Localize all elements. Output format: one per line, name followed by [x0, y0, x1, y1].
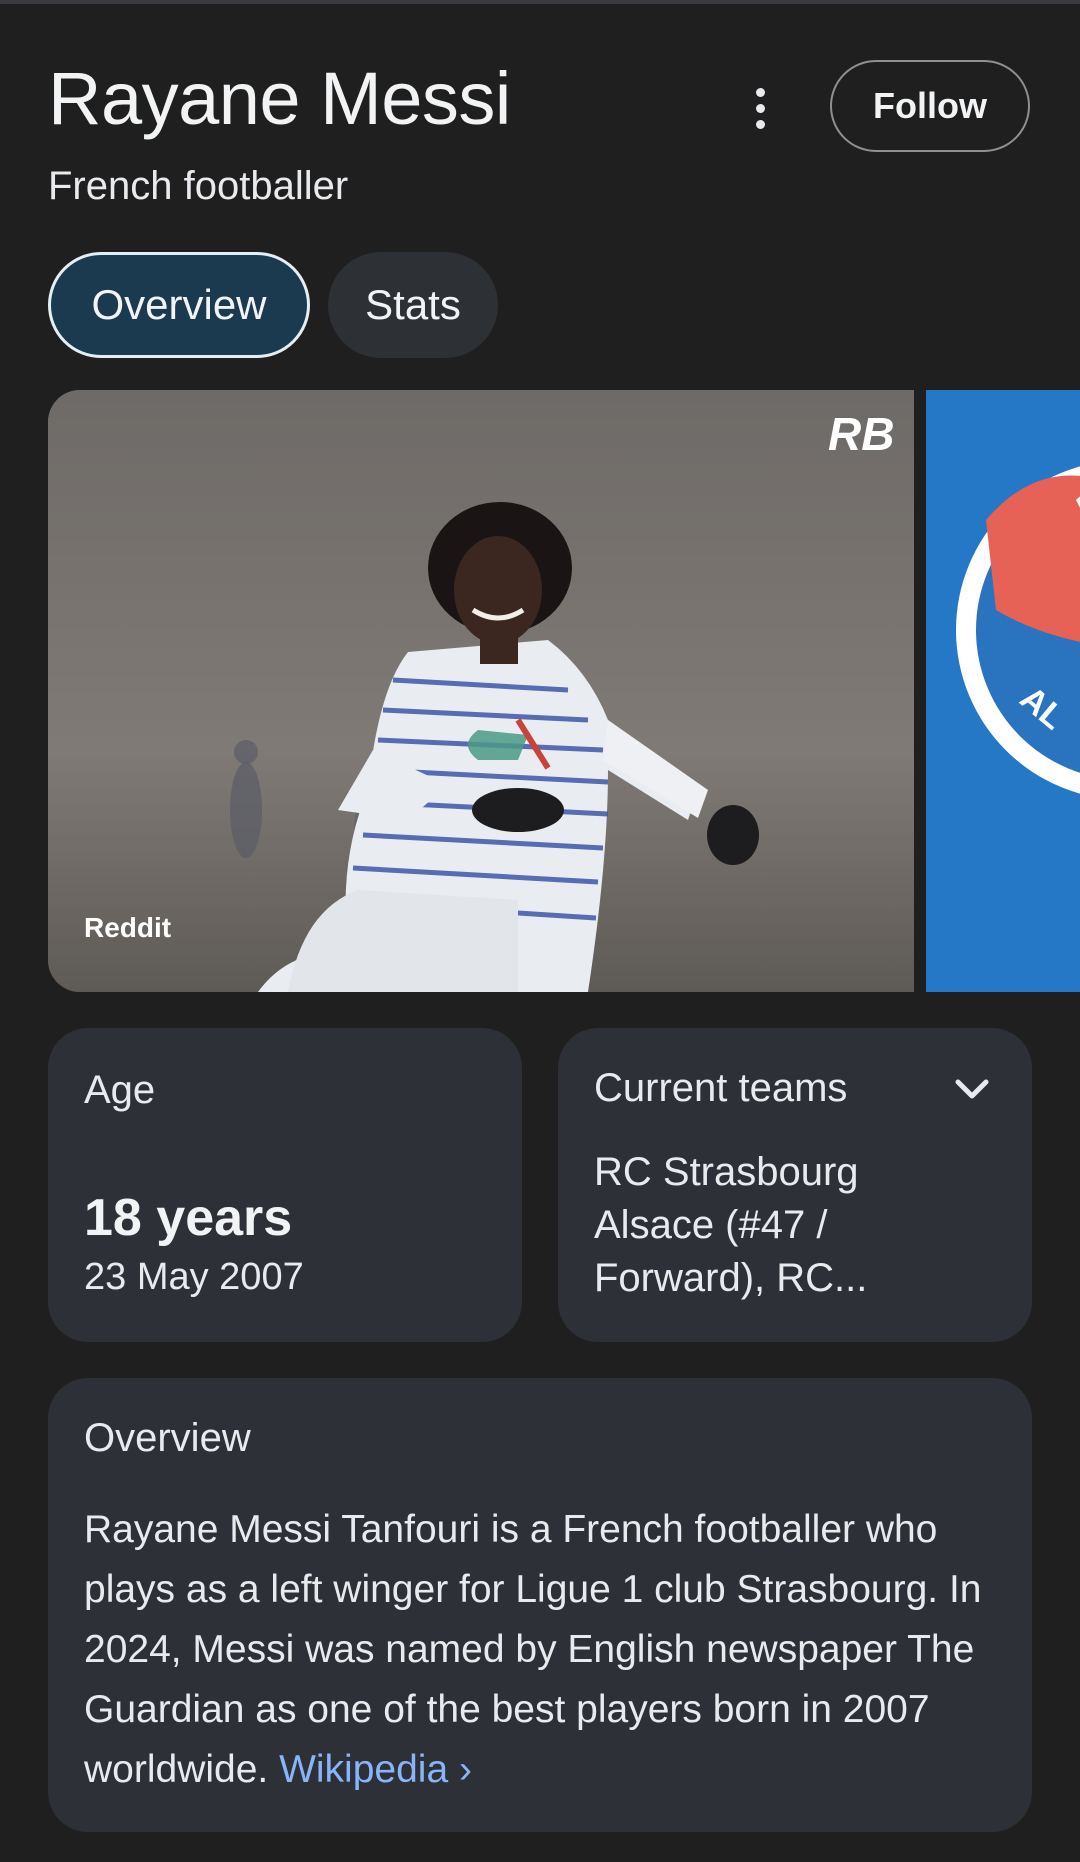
wikipedia-link[interactable]: Wikipedia › — [279, 1748, 472, 1791]
top-divider — [0, 0, 1080, 4]
follow-button[interactable]: Follow — [830, 60, 1030, 152]
age-card: Age 18 years 23 May 2007 — [48, 1028, 522, 1342]
player-photo[interactable]: RB Reddit — [48, 390, 914, 992]
tab-stats[interactable]: Stats — [328, 252, 498, 358]
page-title: Rayane Messi — [48, 57, 511, 140]
more-options-icon[interactable] — [740, 80, 780, 136]
watermark: RB — [828, 408, 894, 460]
chevron-right-icon[interactable]: › — [459, 1748, 472, 1791]
current-teams-value: RC Strasbourg Alsace (#47 / Forward), RC… — [594, 1150, 868, 1300]
birth-date: 23 May 2007 — [84, 1256, 304, 1298]
page-subtitle: French footballer — [48, 164, 349, 208]
overview-text: Rayane Messi Tanfouri is a French footba… — [84, 1508, 982, 1791]
overview-label: Overview — [84, 1416, 251, 1460]
tab-overview[interactable]: Overview — [48, 252, 310, 358]
overview-description: Rayane Messi Tanfouri is a French footba… — [84, 1500, 1014, 1800]
club-crest-photo[interactable]: AL — [926, 390, 1080, 992]
overview-card: Overview Rayane Messi Tanfouri is a Fren… — [48, 1378, 1032, 1832]
current-teams-card[interactable]: Current teams RC Strasbourg Alsace (#47 … — [558, 1028, 1032, 1342]
current-teams-label: Current teams — [594, 1066, 848, 1110]
age-value: 18 years — [84, 1189, 293, 1247]
image-source-label: Reddit — [84, 912, 172, 943]
chevron-down-icon[interactable] — [952, 1074, 992, 1104]
wikipedia-link-label[interactable]: Wikipedia — [279, 1748, 448, 1791]
age-label: Age — [84, 1068, 156, 1112]
club-crest-illustration: AL — [926, 390, 1080, 992]
player-photo-illustration: RB — [48, 390, 914, 992]
